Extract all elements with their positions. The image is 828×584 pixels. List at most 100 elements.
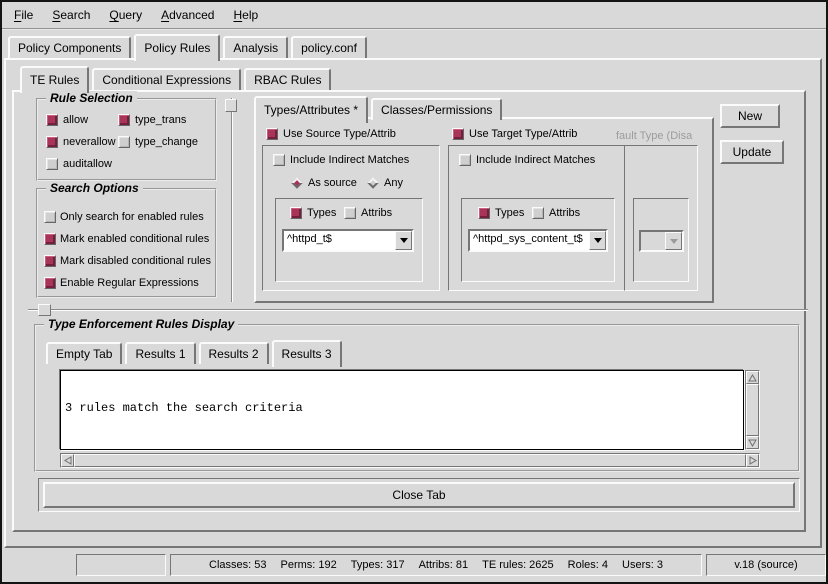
tab-results-2[interactable]: Results 2 [199, 342, 269, 364]
menu-query[interactable]: Query [109, 8, 142, 22]
radio-indicator[interactable] [367, 177, 378, 188]
vertical-scroll-thumb[interactable] [746, 384, 759, 436]
checkbox-indicator[interactable] [118, 136, 130, 148]
checkbox-indicator[interactable] [290, 207, 302, 219]
radio-any[interactable]: Any [367, 177, 403, 189]
checkbox-label: allow [63, 114, 88, 126]
combobox-value[interactable]: ^httpd_sys_content_t$ [470, 231, 589, 250]
radio-label: As source [308, 177, 357, 189]
checkbox-source-indirect[interactable]: Include Indirect Matches [273, 154, 409, 166]
dropdown-arrow-icon [665, 232, 682, 250]
menu-search[interactable]: Search [52, 8, 90, 22]
version-label: v.18 (source) [734, 559, 797, 571]
checkbox-target-attribs[interactable]: Attribs [532, 207, 580, 219]
checkbox-indicator[interactable] [44, 277, 56, 289]
scroll-down-icon[interactable] [746, 436, 759, 449]
source-panel: Include Indirect Matches As source Any T… [262, 145, 440, 291]
combobox-value[interactable]: ^httpd_t$ [284, 231, 395, 250]
close-tab-button[interactable]: Close Tab [43, 482, 795, 508]
stat-roles: Roles: 4 [568, 559, 608, 571]
checkbox-indicator[interactable] [46, 114, 58, 126]
checkbox-use-target-type[interactable]: Use Target Type/Attrib [452, 128, 577, 140]
scroll-left-icon[interactable] [61, 454, 74, 467]
checkbox-use-source-type[interactable]: Use Source Type/Attrib [266, 128, 396, 140]
tab-policy-components[interactable]: Policy Components [8, 36, 131, 58]
checkbox-target-types[interactable]: Types [478, 207, 524, 219]
checkbox-enable-regex[interactable]: Enable Regular Expressions [44, 277, 199, 289]
default-type-label: fault Type (Disa [616, 130, 700, 142]
checkbox-target-indirect[interactable]: Include Indirect Matches [459, 154, 595, 166]
checkbox-indicator[interactable] [266, 128, 278, 140]
scroll-up-icon[interactable] [746, 371, 759, 384]
tab-policy-rules[interactable]: Policy Rules [134, 34, 220, 61]
checkbox-indicator[interactable] [118, 114, 130, 126]
checkbox-indicator[interactable] [478, 207, 490, 219]
tab-analysis[interactable]: Analysis [223, 36, 288, 58]
checkbox-type-change[interactable]: type_change [118, 136, 198, 148]
checkbox-indicator[interactable] [44, 211, 56, 223]
checkbox-mark-disabled-conditional[interactable]: Mark disabled conditional rules [44, 255, 211, 267]
checkbox-mark-enabled-conditional[interactable]: Mark enabled conditional rules [44, 233, 209, 245]
tab-rbac-rules[interactable]: RBAC Rules [244, 68, 331, 90]
tab-types-attributes[interactable]: Types/Attributes * [254, 96, 368, 123]
checkbox-source-types[interactable]: Types [290, 207, 336, 219]
results-group-title: Type Enforcement Rules Display [44, 317, 238, 331]
target-types-panel: Types Attribs ^httpd_sys_content_t$ [461, 198, 615, 282]
dropdown-arrow-icon[interactable] [589, 231, 606, 250]
tab-empty-tab[interactable]: Empty Tab [46, 342, 122, 364]
tab-policy-conf[interactable]: policy.conf [291, 36, 367, 58]
checkbox-source-attribs[interactable]: Attribs [344, 207, 392, 219]
search-options-group: Search Options Only search for enabled r… [36, 188, 217, 298]
tab-conditional-expressions[interactable]: Conditional Expressions [92, 68, 241, 90]
checkbox-label: Types [495, 207, 524, 219]
checkbox-indicator[interactable] [273, 154, 285, 166]
close-tab-label: Close Tab [392, 488, 445, 502]
vertical-sash-handle[interactable] [225, 99, 237, 112]
checkbox-indicator[interactable] [46, 136, 58, 148]
policy-version-box: v.18 (source) [706, 554, 826, 576]
dropdown-arrow-icon[interactable] [395, 231, 412, 250]
checkbox-indicator[interactable] [452, 128, 464, 140]
tab-results-1[interactable]: Results 1 [125, 342, 195, 364]
radio-indicator[interactable] [291, 177, 302, 188]
checkbox-indicator[interactable] [532, 207, 544, 219]
checkbox-label: Mark disabled conditional rules [60, 255, 211, 267]
checkbox-type-trans[interactable]: type_trans [118, 114, 186, 126]
update-button[interactable]: Update [720, 140, 784, 164]
stat-types: Types: 317 [351, 559, 405, 571]
checkbox-label: Types [307, 207, 336, 219]
rule-selection-group: Rule Selection allow type_trans neverall… [36, 98, 217, 181]
checkbox-indicator[interactable] [44, 233, 56, 245]
new-button[interactable]: New [720, 104, 780, 128]
horizontal-scroll-thumb[interactable] [74, 454, 746, 467]
checkbox-label: Attribs [361, 207, 392, 219]
checkbox-indicator[interactable] [459, 154, 471, 166]
stat-users: Users: 3 [622, 559, 663, 571]
tab-te-rules[interactable]: TE Rules [20, 66, 89, 93]
menu-file[interactable]: File [14, 8, 33, 22]
horizontal-sash-handle[interactable] [38, 304, 51, 316]
checkbox-label: Include Indirect Matches [290, 154, 409, 166]
scroll-right-icon[interactable] [746, 454, 759, 467]
checkbox-label: Enable Regular Expressions [60, 277, 199, 289]
results-textarea[interactable]: 3 rules match the search criteria (5822)… [60, 370, 744, 450]
checkbox-allow[interactable]: allow [46, 114, 88, 126]
types-attributes-body: Use Source Type/Attrib Include Indirect … [254, 117, 714, 303]
target-type-combobox[interactable]: ^httpd_sys_content_t$ [468, 229, 608, 252]
checkbox-indicator[interactable] [46, 158, 58, 170]
checkbox-indicator[interactable] [344, 207, 356, 219]
source-type-combobox[interactable]: ^httpd_t$ [282, 229, 414, 252]
checkbox-auditallow[interactable]: auditallow [46, 158, 112, 170]
menu-advanced[interactable]: Advanced [161, 8, 214, 22]
horizontal-scrollbar[interactable] [60, 453, 760, 468]
tab-results-3[interactable]: Results 3 [272, 340, 342, 367]
tab-classes-permissions[interactable]: Classes/Permissions [371, 98, 502, 120]
vertical-scrollbar[interactable] [745, 370, 760, 450]
menu-help[interactable]: Help [233, 8, 258, 22]
checkbox-neverallow[interactable]: neverallow [46, 136, 116, 148]
stat-te-rules: TE rules: 2625 [482, 559, 554, 571]
checkbox-only-enabled-rules[interactable]: Only search for enabled rules [44, 211, 204, 223]
checkbox-indicator[interactable] [44, 255, 56, 267]
default-type-panel [624, 145, 698, 291]
radio-as-source[interactable]: As source [291, 177, 357, 189]
